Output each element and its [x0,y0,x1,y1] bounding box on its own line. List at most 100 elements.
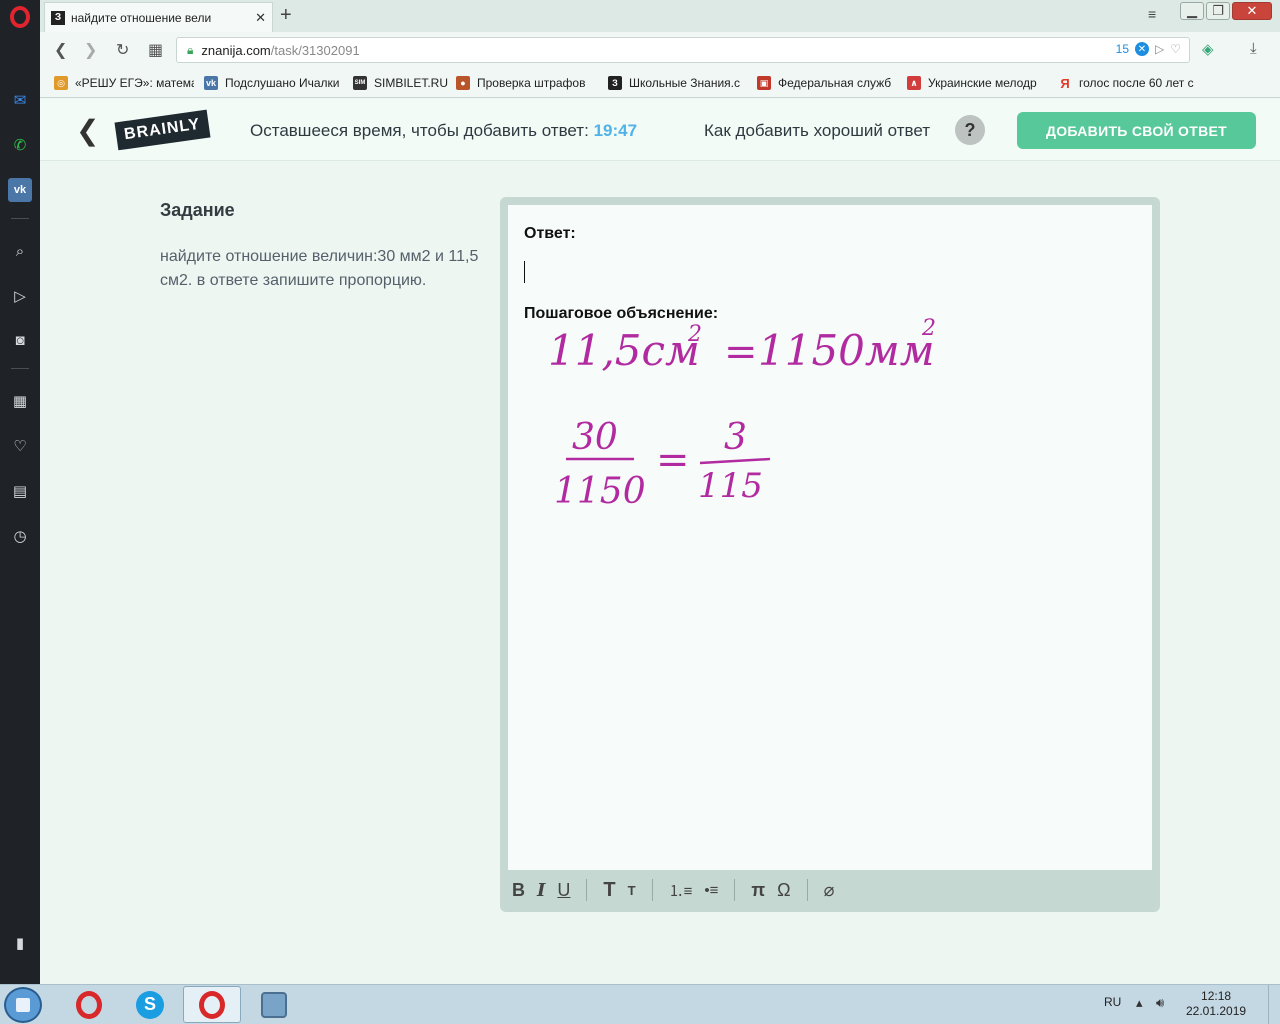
heart-icon[interactable]: ♡ [8,434,32,458]
hw-frac2-den: 115 [698,466,763,506]
search-icon[interactable]: ⌕ [8,239,32,263]
math-pi-button[interactable]: π [751,880,765,901]
handwritten-solution: 11,5см 2 = 1150мм 2 30 1150 = 3 115 [548,316,936,512]
bookmark-icon: З [608,76,622,90]
tray-arrow-icon[interactable]: ▴ [1136,995,1143,1011]
url-path: /task/31302091 [270,42,360,58]
whatsapp-icon[interactable]: ✆ [8,133,32,157]
bookmark-icon: ∧ [907,76,921,90]
news-icon[interactable]: ▤ [8,479,32,503]
adblock-count: 15 [1115,42,1129,56]
bookmarks-bar: ◎ «РЕШУ ЕГЭ»: матема vk Подслушано Ичалки … [40,68,1280,98]
task-title: Задание [160,200,235,220]
add-answer-button[interactable]: ДОБАВИТЬ СВОЙ ОТВЕТ [1017,112,1256,149]
heading-large-button[interactable]: T [603,879,615,902]
text-caret [524,261,525,283]
underline-button[interactable]: U [557,880,570,901]
vpn-icon[interactable]: ◈ [1202,40,1214,58]
hw-line1-right: 1150мм [758,326,935,375]
hw-line1-equals: = [724,329,758,375]
hw-frac2-num: 3 [724,417,747,458]
vk-icon[interactable]: vk [8,178,32,202]
ordered-list-button[interactable]: ⒈≡ [669,880,693,901]
taskbar-opera-active[interactable] [183,986,241,1023]
hw-frac1-den: 1150 [554,471,646,512]
tab-title: найдите отношение вели [71,10,212,25]
opera-icon [76,990,102,1019]
time-remaining: Оставшееся время, чтобы добавить ответ: … [250,121,638,140]
bookmark-item[interactable]: ▣ Федеральная служб [757,74,895,92]
opera-logo-icon[interactable] [10,6,30,28]
back-icon[interactable]: ❮ [54,40,67,60]
heading-small-button[interactable]: T [628,883,636,898]
bookmark-icon: ◎ [54,76,68,90]
bookmark-item[interactable]: Яголос после 60 лет с [1058,74,1200,92]
clock-date: 22.01.2019 [1186,1004,1247,1018]
toolbar-separator [734,879,736,901]
bookmark-icon: vk [204,76,218,90]
bold-button[interactable]: B [512,880,525,901]
show-desktop-button[interactable] [1268,985,1280,1024]
tab-menu-icon[interactable]: ≡ [1148,6,1156,22]
bookmark-item[interactable]: З Школьные Знания.c [608,74,744,92]
magnifier-icon [261,991,287,1018]
taskbar-skype[interactable]: S [121,986,179,1023]
sidebar-toggle-icon[interactable]: ▮ [8,931,32,955]
send-page-icon[interactable]: ▷ [1155,42,1164,56]
sidebar-separator [11,368,29,369]
bookmark-heart-icon[interactable]: ♡ [1170,42,1181,56]
back-chevron-icon[interactable]: ❮ [76,114,99,147]
messenger-icon[interactable]: ✉ [8,88,32,112]
close-tab-icon[interactable]: ✕ [255,10,266,26]
hw-frac2-line [699,457,771,465]
forward-icon[interactable]: ❯ [84,40,97,60]
hw-line1-exp1: 2 [687,322,702,347]
tabs-grid-icon[interactable]: ▦ [148,40,163,60]
bookmark-item[interactable]: ● Проверка штрафов [456,74,590,92]
reload-icon[interactable]: ↻ [116,40,129,60]
download-icon[interactable]: ⤓ [1250,40,1257,57]
history-icon[interactable]: ◷ [8,524,32,548]
bullet-list-button[interactable]: •≡ [704,882,718,899]
timer-value: 19:47 [593,121,638,140]
bookmark-item[interactable]: vk Подслушано Ичалки [204,74,344,92]
volume-icon[interactable]: 🔊︎ [1156,995,1164,1011]
send-icon[interactable]: ▷ [8,284,32,308]
answer-editor[interactable]: Ответ: Пошаговое объяснение: 11,5см 2 = … [508,205,1152,870]
hw-line1-left: 11,5см [548,326,700,375]
window-close-icon[interactable]: ✕ [1232,2,1272,20]
url-field[interactable]: 🔒︎ znanija.com/task/31302091 15 ✕ ▷ ♡ [176,37,1190,63]
skype-icon: S [136,990,164,1019]
language-indicator[interactable]: RU [1104,995,1121,1009]
help-icon[interactable]: ? [955,115,985,145]
minimize-icon[interactable]: ▁ [1180,2,1204,20]
camera-icon[interactable]: ◙ [8,328,32,352]
speed-dial-icon[interactable]: ▦ [8,389,32,413]
tab-strip: З найдите отношение вели ✕ + ≡ ▁ ❐ ✕ [40,0,1280,32]
new-tab-icon[interactable]: + [280,4,292,27]
taskbar-opera-pinned[interactable] [60,986,118,1023]
special-symbol-button[interactable]: Ω [777,880,790,901]
clock[interactable]: 12:18 22.01.2019 [1186,989,1246,1019]
editor-toolbar: B I U T T ⒈≡ •≡ π Ω ⌀ [508,870,1152,910]
attach-icon[interactable]: ⌀ [824,880,835,901]
start-button[interactable] [4,987,42,1023]
bookmark-icon: ● [456,76,470,90]
clock-time: 12:18 [1201,989,1232,1003]
answer-label: Ответ: [524,225,576,242]
znanija-favicon-icon: З [51,10,65,25]
hw-line1-exp2: 2 [921,316,936,341]
brainly-logo[interactable]: BRAINLY [114,109,211,151]
bookmark-icon: Я [1060,75,1070,91]
address-bar-row: ❮ ❯ ↻ ▦ 🔒︎ znanija.com/task/31302091 15 … [40,32,1280,68]
adblock-icon[interactable]: ✕ [1135,42,1149,56]
how-to-answer-link[interactable]: Как добавить хороший ответ [704,121,930,141]
bookmark-item[interactable]: SIM SIMBILET.RU [353,74,453,92]
bookmark-item[interactable]: ∧ Украинские мелодр [907,74,1045,92]
taskbar-magnifier[interactable] [245,986,303,1023]
windows-taskbar: S RU ▴ 🔊︎ 12:18 22.01.2019 [0,984,1280,1024]
maximize-icon[interactable]: ❐ [1206,2,1230,20]
italic-button[interactable]: I [537,880,545,901]
tab-active[interactable]: З найдите отношение вели ✕ [44,2,273,32]
bookmark-item[interactable]: ◎ «РЕШУ ЕГЭ»: матема [54,74,194,92]
